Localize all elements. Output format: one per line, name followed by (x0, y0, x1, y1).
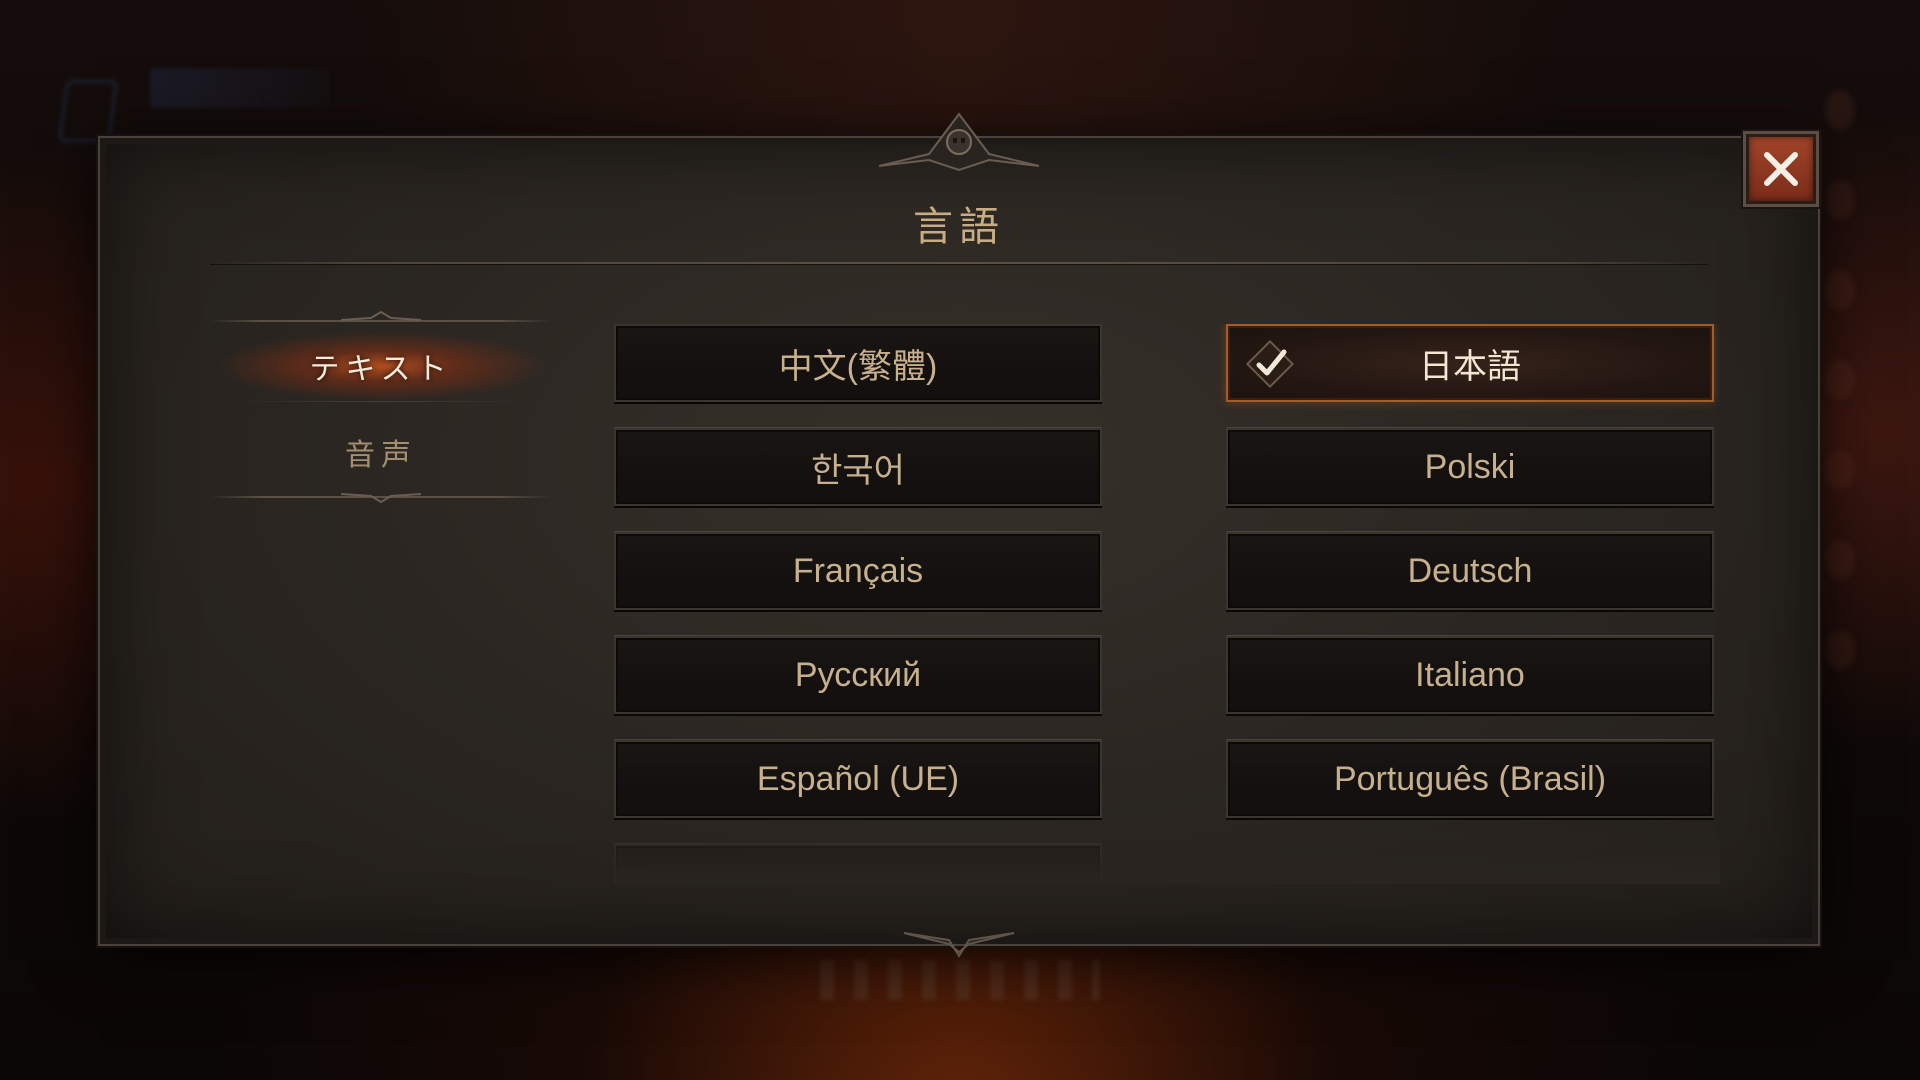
background-logo (57, 80, 119, 142)
tab-voice-label: 音声 (345, 438, 417, 473)
tabs-bottom-ornament (341, 493, 421, 504)
language-list[interactable]: 中文(繁體) 한국어 Français Русский Español (UE)… (614, 324, 1720, 884)
dialog-crest-ornament (878, 112, 1040, 172)
language-option-partial[interactable] (614, 844, 1102, 884)
close-icon (1764, 152, 1798, 186)
background-bottom-bar (820, 960, 1100, 1000)
language-option-it[interactable]: Italiano (1226, 636, 1714, 714)
language-option-es[interactable]: Español (UE) (614, 740, 1102, 818)
language-label: Français (792, 551, 924, 590)
language-type-tabs: テキスト 音声 (210, 310, 552, 504)
dialog-bottom-ornament (903, 932, 1015, 958)
tab-text[interactable]: テキスト (210, 330, 552, 402)
language-option-zh-tw[interactable]: 中文(繁體) (614, 324, 1102, 402)
background-player-badge (150, 68, 330, 108)
title-divider (210, 262, 1708, 264)
language-label: 中文(繁體) (778, 347, 938, 386)
language-label: Polski (1424, 447, 1516, 486)
language-option-pt-br[interactable]: Português (Brasil) (1226, 740, 1714, 818)
language-label: Português (Brasil) (1333, 759, 1607, 798)
language-label: 한국어 (811, 451, 905, 490)
language-label: 日本語 (1419, 347, 1521, 386)
language-dialog: 言語 テキスト 音声 中文(繁體) 한국어 Français Русский E… (100, 112, 1818, 958)
language-option-de[interactable]: Deutsch (1226, 532, 1714, 610)
language-option-fr[interactable]: Français (614, 532, 1102, 610)
language-option-ja[interactable]: 日本語 (1226, 324, 1714, 402)
language-label: Русский (794, 655, 922, 694)
tabs-top-ornament (341, 310, 421, 321)
language-label: Español (UE) (756, 759, 960, 798)
language-option-ko[interactable]: 한국어 (614, 428, 1102, 506)
language-label: Deutsch (1407, 551, 1533, 590)
tab-text-label: テキスト (309, 352, 453, 387)
background-side-icons (1820, 90, 1860, 730)
language-label: Italiano (1415, 655, 1525, 694)
dialog-title: 言語 (913, 204, 1005, 250)
checkmark-icon (1245, 339, 1295, 389)
language-option-pl[interactable]: Polski (1226, 428, 1714, 506)
close-button[interactable] (1746, 134, 1816, 204)
language-option-ru[interactable]: Русский (614, 636, 1102, 714)
tab-voice[interactable]: 音声 (210, 416, 552, 488)
